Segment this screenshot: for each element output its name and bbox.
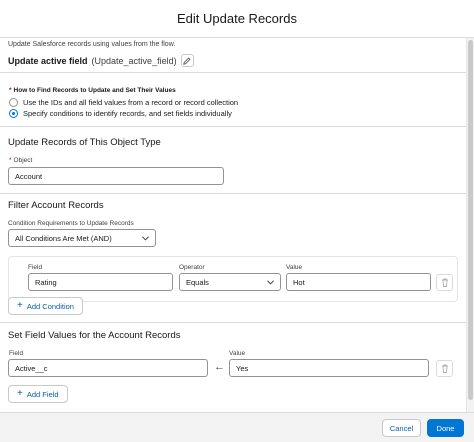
set-field-input[interactable]: Active__c xyxy=(8,359,208,377)
element-label: Update active field xyxy=(8,55,88,66)
done-button[interactable]: Done xyxy=(427,419,464,437)
plus-icon: + xyxy=(17,300,23,311)
set-values-section-title: Set Field Values for the Account Records xyxy=(8,330,181,341)
remove-field-button[interactable] xyxy=(436,360,453,377)
remove-condition-button[interactable] xyxy=(436,274,453,291)
filter-section-title: Filter Account Records xyxy=(8,200,104,211)
section-divider xyxy=(0,322,466,323)
condition-value-input[interactable]: Hot xyxy=(286,273,431,291)
edit-label-button[interactable] xyxy=(180,54,194,67)
chevron-down-icon xyxy=(142,235,149,241)
modal-header: Edit Update Records xyxy=(0,0,474,38)
radio-option-conditions[interactable]: Specify conditions to identify records, … xyxy=(9,109,232,118)
set-value-header: Value xyxy=(229,350,246,357)
add-field-button[interactable]: + Add Field xyxy=(8,385,68,403)
object-label: * Object xyxy=(9,157,33,164)
radio-button[interactable] xyxy=(9,98,18,107)
section-divider xyxy=(0,193,466,194)
set-field-header: Field xyxy=(9,350,24,357)
trash-icon xyxy=(441,278,448,287)
element-description: Update Salesforce records using values f… xyxy=(8,41,176,48)
scrollbar-thumb[interactable] xyxy=(468,40,473,400)
radio-label: Specify conditions to identify records, … xyxy=(23,109,232,118)
chevron-down-icon xyxy=(267,279,274,285)
add-condition-button[interactable]: + Add Condition xyxy=(8,297,83,315)
required-mark: * xyxy=(9,87,12,94)
condition-field-header: Field xyxy=(28,264,43,271)
condition-value-header: Value xyxy=(286,264,303,271)
condition-operator-header: Operator xyxy=(179,264,205,271)
pencil-icon xyxy=(183,56,191,65)
object-input[interactable]: Account xyxy=(8,167,224,185)
set-value-input[interactable]: Yes xyxy=(229,359,429,377)
element-api-name: (Update_active_field) xyxy=(91,55,177,66)
condition-operator-select[interactable]: Equals xyxy=(179,273,281,291)
modal-body: Update Salesforce records using values f… xyxy=(0,38,474,412)
scrollbar[interactable] xyxy=(466,38,474,412)
section-divider xyxy=(0,126,466,127)
condition-field-input[interactable]: Rating xyxy=(28,273,173,291)
object-section-title: Update Records of This Object Type xyxy=(8,137,161,148)
section-divider xyxy=(0,72,466,73)
modal-footer: Cancel Done xyxy=(0,412,474,442)
cancel-button[interactable]: Cancel xyxy=(382,419,421,437)
plus-icon: + xyxy=(17,388,23,399)
condition-requirements-label: Condition Requirements to Update Records xyxy=(8,220,134,227)
element-label-row: Update active field (Update_active_field… xyxy=(8,54,194,67)
radio-button-selected[interactable] xyxy=(9,109,18,118)
radio-option-ids[interactable]: Use the IDs and all field values from a … xyxy=(9,98,238,107)
modal-title: Edit Update Records xyxy=(177,11,297,26)
left-arrow-icon: ← xyxy=(214,361,225,373)
condition-requirements-select[interactable]: All Conditions Are Met (AND) xyxy=(8,229,156,247)
trash-icon xyxy=(441,364,448,373)
radio-label: Use the IDs and all field values from a … xyxy=(23,98,239,107)
how-to-find-label: * How to Find Records to Update and Set T… xyxy=(9,87,176,94)
